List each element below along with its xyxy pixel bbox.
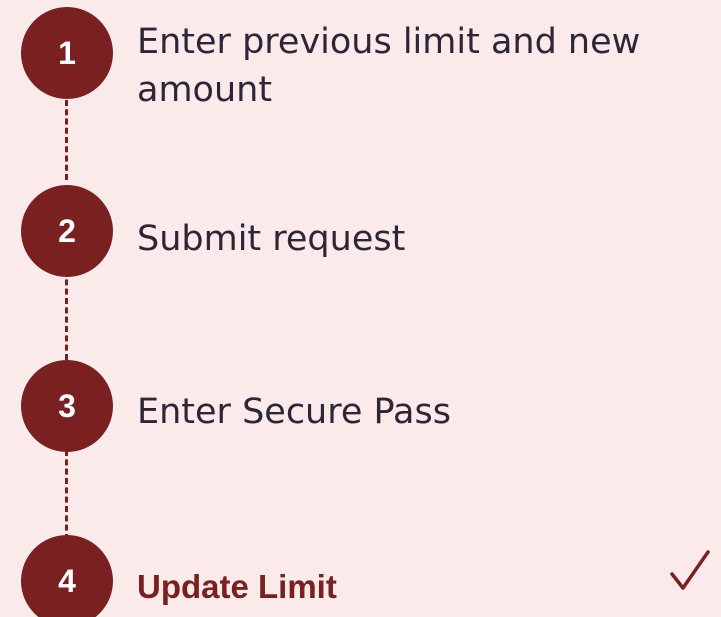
step-3-label: Enter Secure Pass [137, 392, 451, 432]
step-3-number: 3 [21, 360, 113, 452]
checkmark-icon [670, 550, 710, 590]
step-2-number: 2 [21, 185, 113, 277]
step-1-number: 1 [21, 7, 113, 99]
step-2-label: Submit request [137, 219, 406, 259]
step-4-label: Update Limit [137, 568, 337, 605]
step-connector [65, 450, 68, 540]
step-connector [65, 100, 68, 180]
step-1-label: Enter previous limit and new amount [137, 22, 641, 110]
step-4-number: 4 [21, 535, 113, 617]
stepper: 1 Enter previous limit and new amount 2 … [0, 0, 721, 617]
step-connector [65, 270, 68, 360]
